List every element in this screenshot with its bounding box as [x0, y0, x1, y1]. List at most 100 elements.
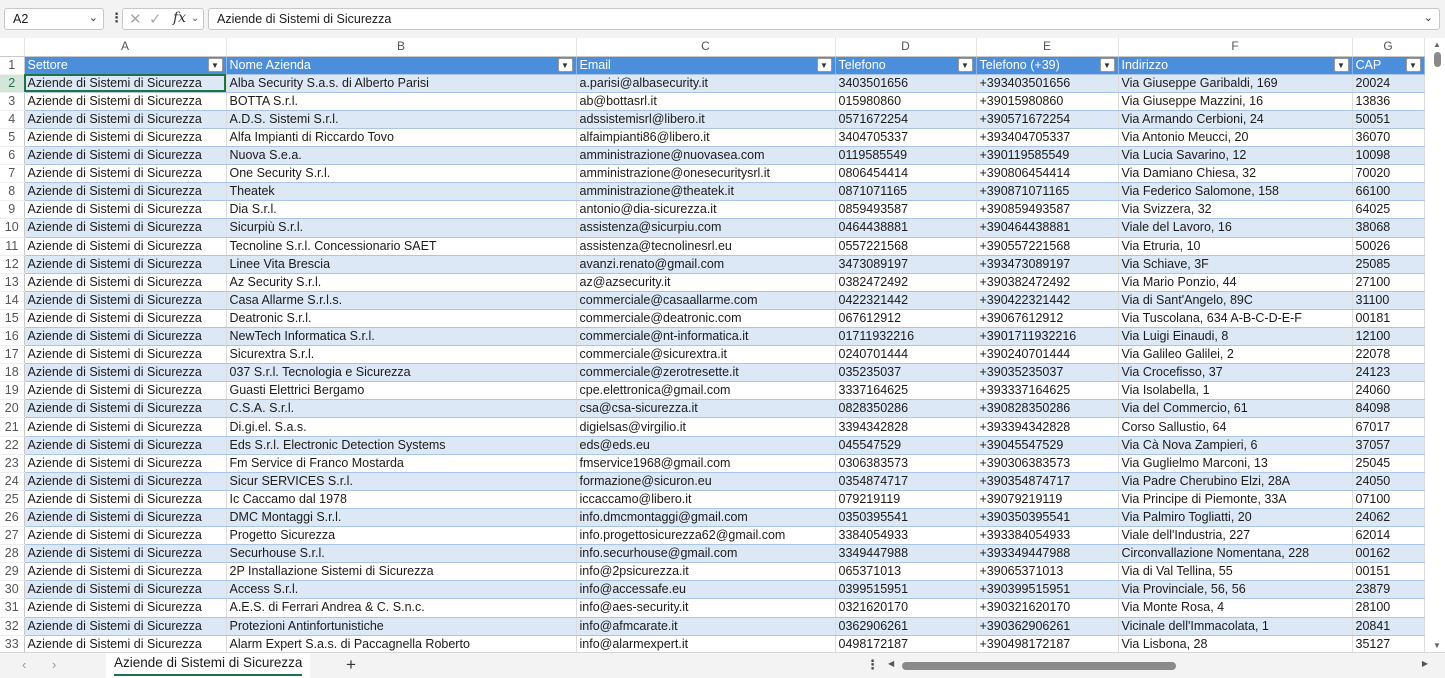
cell-b[interactable]: A.E.S. di Ferrari Andrea & C. S.n.c. [226, 598, 577, 618]
cell-f[interactable]: Via Monte Rosa, 4 [1118, 598, 1353, 618]
cell-e[interactable]: +393403501656 [976, 74, 1119, 93]
cell-e[interactable]: +390557221568 [976, 237, 1119, 256]
cell-c[interactable]: info@2psicurezza.it [576, 562, 836, 582]
cell-b[interactable]: Securhouse S.r.l. [226, 544, 577, 564]
cell-d[interactable]: 3403501656 [835, 74, 977, 93]
cell-d[interactable]: 0119585549 [835, 146, 977, 166]
cell-e[interactable]: +39015980860 [976, 92, 1119, 111]
cell-b[interactable]: BOTTA S.r.l. [226, 92, 577, 111]
cell-e[interactable]: +390871071165 [976, 182, 1119, 202]
cell-g[interactable]: 84098 [1352, 399, 1425, 419]
row-number[interactable]: 26 [0, 508, 25, 528]
cell-g[interactable]: 24062 [1352, 508, 1425, 528]
filter-dropdown-icon[interactable]: ▼ [207, 57, 223, 72]
row-number[interactable]: 13 [0, 273, 25, 292]
cell-d[interactable]: 0382472492 [835, 273, 977, 292]
cell-b[interactable]: Dia S.r.l. [226, 200, 577, 220]
cell-d[interactable]: 0859493587 [835, 200, 977, 220]
cell-b[interactable]: Linee Vita Brescia [226, 255, 577, 274]
cell-a[interactable]: Aziende di Sistemi di Sicurezza [24, 417, 227, 437]
cell-e[interactable]: +39079219119 [976, 490, 1119, 509]
expand-formula-icon[interactable]: ⌄ [1424, 11, 1433, 24]
cell-f[interactable]: Via di Val Tellina, 55 [1118, 562, 1353, 582]
cell-b[interactable]: DMC Montaggi S.r.l. [226, 508, 577, 528]
cell-b[interactable]: Ic Caccamo dal 1978 [226, 490, 577, 509]
cell-f[interactable]: Via Damiano Chiesa, 32 [1118, 164, 1353, 184]
cell-d[interactable]: 015980860 [835, 92, 977, 111]
table-header-cell[interactable]: Settore ▼ [24, 56, 227, 75]
cell-d[interactable]: 0240701444 [835, 345, 977, 365]
cell-g[interactable]: 37057 [1352, 436, 1425, 455]
cell-c[interactable]: commerciale@casaallarme.com [576, 291, 836, 310]
cell-g[interactable]: 50051 [1352, 110, 1425, 129]
cell-a[interactable]: Aziende di Sistemi di Sicurezza [24, 164, 227, 184]
row-number[interactable]: 24 [0, 472, 25, 491]
cell-c[interactable]: commerciale@sicurextra.it [576, 345, 836, 365]
cell-a[interactable]: Aziende di Sistemi di Sicurezza [24, 472, 227, 491]
cell-e[interactable]: +390498172187 [976, 635, 1119, 652]
cell-b[interactable]: Casa Allarme S.r.l.s. [226, 291, 577, 310]
cell-f[interactable]: Via Lucia Savarino, 12 [1118, 146, 1353, 166]
cell-a[interactable]: Aziende di Sistemi di Sicurezza [24, 580, 227, 600]
cell-b[interactable]: 037 S.r.l. Tecnologia e Sicurezza [226, 363, 577, 383]
sheet-tab-active[interactable]: Aziende di Sistemi di Sicurezza [106, 653, 311, 678]
cell-e[interactable]: +3901711932216 [976, 327, 1119, 347]
scroll-right-icon[interactable]: ▶ [1422, 659, 1428, 668]
row-number[interactable]: 2 [0, 74, 25, 93]
cell-c[interactable]: info@alarmexpert.it [576, 635, 836, 652]
row-number[interactable]: 32 [0, 617, 25, 636]
scroll-left-icon[interactable]: ◀ [888, 659, 894, 668]
cell-g[interactable]: 62014 [1352, 526, 1425, 546]
cell-d[interactable]: 0306383573 [835, 454, 977, 473]
cell-g[interactable]: 24060 [1352, 381, 1425, 401]
row-number[interactable]: 20 [0, 399, 25, 419]
cell-g[interactable]: 00151 [1352, 562, 1425, 582]
cell-c[interactable]: info@accessafe.eu [576, 580, 836, 600]
cell-e[interactable]: +393404705337 [976, 128, 1119, 148]
cell-g[interactable]: 36070 [1352, 128, 1425, 148]
vertical-scrollbar[interactable]: ▲ ▼ [1430, 38, 1445, 652]
select-all-corner[interactable] [0, 38, 25, 57]
cell-c[interactable]: amministrazione@nuovasea.com [576, 146, 836, 166]
cell-f[interactable]: Via Federico Salomone, 158 [1118, 182, 1353, 202]
cell-a[interactable]: Aziende di Sistemi di Sicurezza [24, 146, 227, 166]
cell-g[interactable]: 23879 [1352, 580, 1425, 600]
cell-c[interactable]: assistenza@sicurpiu.com [576, 218, 836, 238]
cell-d[interactable]: 0557221568 [835, 237, 977, 256]
cell-b[interactable]: Alarm Expert S.a.s. di Paccagnella Rober… [226, 635, 577, 652]
cell-c[interactable]: fmservice1968@gmail.com [576, 454, 836, 473]
cell-g[interactable]: 38068 [1352, 218, 1425, 238]
cell-a[interactable]: Aziende di Sistemi di Sicurezza [24, 128, 227, 148]
column-header-e[interactable]: E [976, 38, 1119, 57]
cell-f[interactable]: Via Mario Ponzio, 44 [1118, 273, 1353, 292]
cell-d[interactable]: 3394342828 [835, 417, 977, 437]
horizontal-scrollbar[interactable]: ◀ ▶ [888, 659, 1428, 673]
cell-f[interactable]: Via Galileo Galilei, 2 [1118, 345, 1353, 365]
column-header-g[interactable]: G [1352, 38, 1425, 57]
filter-dropdown-icon[interactable]: ▼ [816, 57, 832, 72]
cell-b[interactable]: Az Security S.r.l. [226, 273, 577, 292]
row-number[interactable]: 19 [0, 381, 25, 401]
cell-e[interactable]: +390306383573 [976, 454, 1119, 473]
cell-a[interactable]: Aziende di Sistemi di Sicurezza [24, 309, 227, 329]
filter-dropdown-icon[interactable]: ▼ [1405, 57, 1421, 72]
cell-b[interactable]: Sicurpiù S.r.l. [226, 218, 577, 238]
cell-g[interactable]: 07100 [1352, 490, 1425, 509]
cell-f[interactable]: Via Etruria, 10 [1118, 237, 1353, 256]
cell-e[interactable]: +393337164625 [976, 381, 1119, 401]
row-number[interactable]: 21 [0, 417, 25, 437]
row-number[interactable]: 25 [0, 490, 25, 509]
cell-c[interactable]: info@aes-security.it [576, 598, 836, 618]
cell-f[interactable]: Via Giuseppe Garibaldi, 169 [1118, 74, 1353, 93]
cell-c[interactable]: eds@eds.eu [576, 436, 836, 455]
cell-b[interactable]: Eds S.r.l. Electronic Detection Systems [226, 436, 577, 455]
table-header-cell[interactable]: CAP ▼ [1352, 56, 1425, 75]
cell-e[interactable]: +393384054933 [976, 526, 1119, 546]
cell-f[interactable]: Via Principe di Piemonte, 33A [1118, 490, 1353, 509]
cell-e[interactable]: +390119585549 [976, 146, 1119, 166]
row-number[interactable]: 33 [0, 635, 25, 652]
cell-b[interactable]: Sicur SERVICES S.r.l. [226, 472, 577, 491]
cell-g[interactable]: 64025 [1352, 200, 1425, 220]
cell-e[interactable]: +390362906261 [976, 617, 1119, 636]
chevron-down-icon[interactable]: ⌄ [89, 11, 98, 24]
